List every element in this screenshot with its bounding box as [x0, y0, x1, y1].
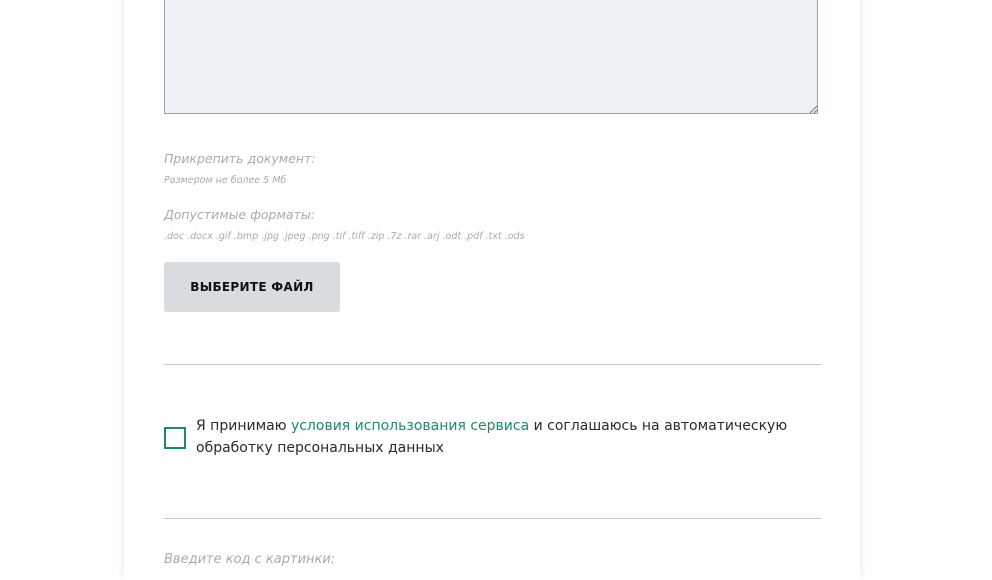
consent-prefix: Я принимаю [196, 418, 291, 434]
section-divider [164, 518, 821, 519]
attach-document-label: Прикрепить документ: [164, 151, 316, 166]
allowed-formats-label: Допустимые форматы: [164, 207, 315, 222]
consent-checkbox[interactable] [164, 427, 186, 449]
choose-file-button[interactable]: ВЫБЕРИТЕ ФАЙЛ [164, 262, 340, 312]
allowed-formats-list: .doc .docx .gif .bmp .jpg .jpeg .png .ti… [164, 231, 525, 242]
consent-text: Я принимаю условия использования сервиса… [196, 415, 816, 459]
terms-of-service-link[interactable]: условия использования сервиса [291, 418, 529, 434]
resize-grip-icon[interactable] [808, 104, 818, 114]
message-textarea[interactable] [164, 0, 818, 114]
section-divider [164, 364, 821, 365]
file-size-hint: Размером не более 5 Мб [164, 175, 287, 186]
captcha-label: Введите код с картинки: [164, 552, 336, 567]
